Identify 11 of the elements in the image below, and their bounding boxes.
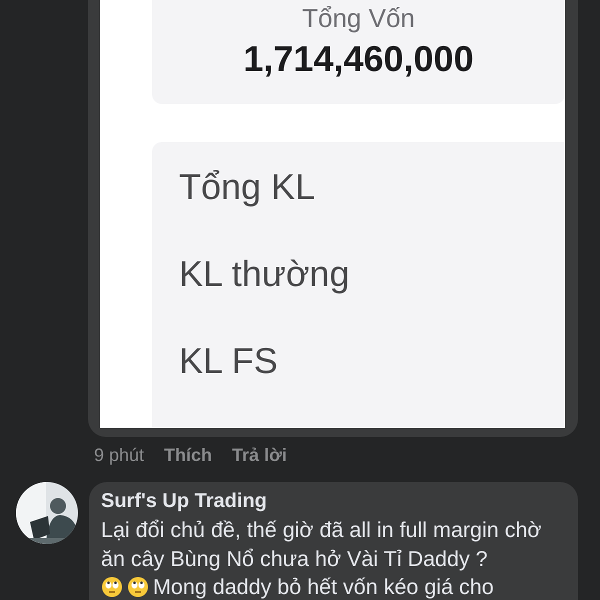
like-link[interactable]: Thích (164, 445, 212, 466)
comment-text: Lại đổi chủ đề, thế giờ đã all in full margin chờ ăn cây Bùng Nổ chưa hở Vài Tỉ Daddy ? (101, 517, 543, 573)
volume-label: KL FS (179, 340, 279, 381)
card-label: Tổng Vốn (302, 2, 415, 34)
card-value: 1,714,460,000 (243, 38, 474, 80)
author-name[interactable]: Surf's Up Trading (101, 490, 267, 513)
comment-text: Mong daddy bỏ hết vốn kéo giá cho (153, 574, 494, 600)
volume-label: KL thường (179, 253, 350, 294)
reply-link[interactable]: Trả lời (232, 445, 287, 466)
volume-label: Tổng KL (179, 166, 316, 207)
comment-time: 9 phút (94, 445, 144, 466)
